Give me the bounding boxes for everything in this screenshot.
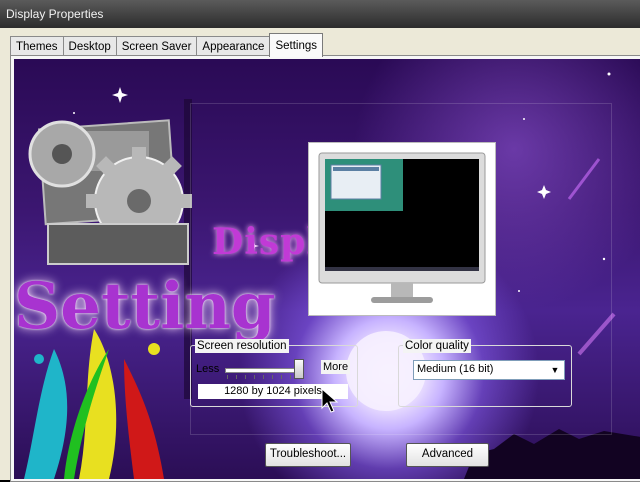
troubleshoot-button[interactable]: Troubleshoot... [265,443,351,467]
mouse-cursor-icon [321,388,339,413]
title-bar: Display Properties [0,0,640,28]
slider-ticks [227,375,301,379]
tab-strip: Themes Desktop Screen Saver Appearance S… [10,33,324,57]
color-quality-label: Color quality [403,339,471,353]
monitor-icon [318,152,486,303]
paint-splash-illustration [24,329,164,479]
resolution-slider-thumb[interactable] [294,359,304,379]
window-body: Themes Desktop Screen Saver Appearance S… [0,28,640,482]
color-quality-value: Medium (16 bit) [417,363,494,375]
tab-themes[interactable]: Themes [10,36,64,57]
wallpaper-setting-text: Setting [14,269,276,344]
advanced-button[interactable]: Advanced [406,443,489,467]
monitor-preview [308,142,496,316]
wallpaper-display-text: Displ [212,221,322,263]
window-title: Display Properties [6,7,104,21]
color-quality-dropdown[interactable]: Medium (16 bit) ▼ [413,360,565,380]
less-label: Less [196,363,220,375]
resolution-slider-track[interactable] [225,368,303,373]
screen-resolution-label: Screen resolution [195,339,289,353]
color-quality-group: Color quality Medium (16 bit) ▼ [398,339,572,407]
more-label: More [321,360,351,374]
gears-illustration [28,119,192,265]
tab-appearance[interactable]: Appearance [196,36,271,57]
settings-panel: Displ Setting Screen resolution Less Mor… [10,55,640,482]
tab-settings[interactable]: Settings [269,33,324,57]
chevron-down-icon[interactable]: ▼ [548,362,562,378]
tab-screen-saver[interactable]: Screen Saver [115,36,198,57]
themed-background: Displ Setting Screen resolution Less Mor… [14,59,640,479]
tab-desktop[interactable]: Desktop [62,36,117,57]
